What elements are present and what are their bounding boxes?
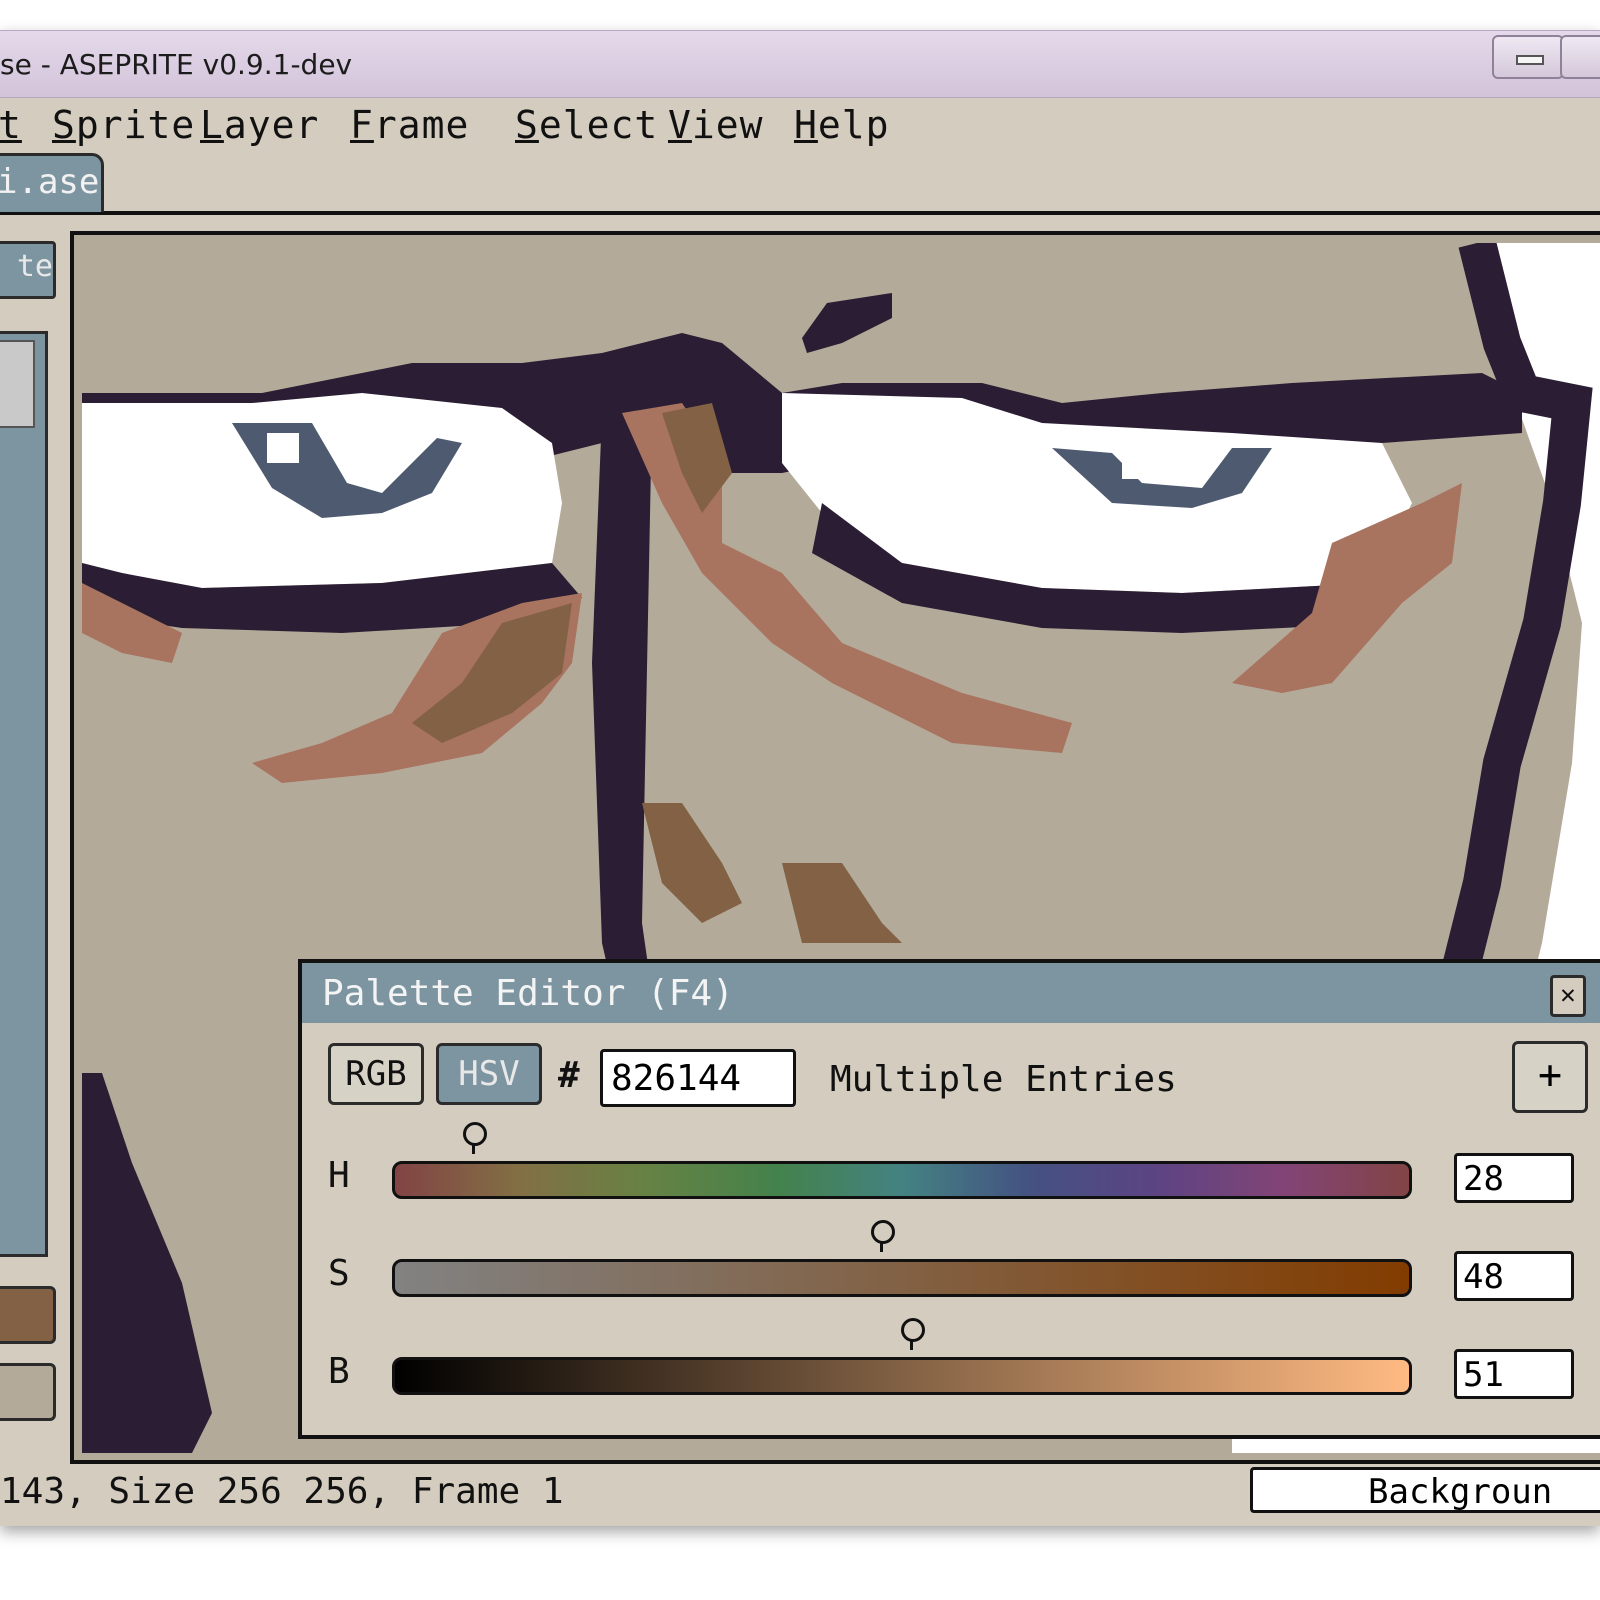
layer-selector[interactable]: Backgroun [1250, 1467, 1600, 1513]
palette-scrollbar[interactable] [0, 331, 48, 1257]
menu-view[interactable]: View [668, 103, 764, 147]
hsv-mode-button[interactable]: HSV [436, 1043, 542, 1105]
minimize-button[interactable] [1492, 35, 1564, 79]
saturation-label: S [328, 1253, 350, 1294]
menu-select[interactable]: Select [515, 103, 658, 147]
menu-layer[interactable]: Layer [200, 103, 319, 147]
palette-editor-title[interactable]: Palette Editor (F4) ✕ [302, 963, 1600, 1023]
status-bar: 143, Size 256 256, Frame 1 Backgroun [0, 1461, 1600, 1521]
hue-label: H [328, 1155, 350, 1196]
scrollbar-thumb[interactable] [0, 340, 35, 428]
menu-help[interactable]: Help [794, 103, 890, 147]
app-window: se - ASEPRITE v0.9.1-dev t Sprite Layer … [0, 30, 1600, 1526]
foreground-color-swatch[interactable] [0, 1286, 56, 1344]
left-eye-highlight [267, 433, 299, 463]
menu-edit[interactable]: t [0, 103, 22, 147]
saturation-slider[interactable] [392, 1220, 1412, 1297]
hex-color-input[interactable]: 826144 [600, 1049, 796, 1107]
entries-label: Multiple Entries [830, 1059, 1177, 1100]
rgb-mode-button[interactable]: RGB [328, 1043, 424, 1105]
palette-editor-title-text: Palette Editor (F4) [322, 973, 734, 1014]
menu-bar: t Sprite Layer Frame Select View Help [0, 97, 1600, 153]
brightness-label: B [328, 1351, 350, 1392]
status-text: 143, Size 256 256, Frame 1 [0, 1471, 564, 1512]
menu-sprite[interactable]: Sprite [52, 103, 195, 147]
menu-frame[interactable]: Frame [350, 103, 469, 147]
maximize-button[interactable] [1560, 35, 1600, 79]
tab-document[interactable]: i.ase [0, 153, 104, 212]
saturation-value-input[interactable]: 48 [1454, 1251, 1574, 1301]
hue-value-input[interactable]: 28 [1454, 1153, 1574, 1203]
palette-editor-dialog: Palette Editor (F4) ✕ RGB HSV # 826144 M… [298, 959, 1600, 1439]
background-color-swatch[interactable] [0, 1363, 56, 1421]
plus-icon: + [1537, 1052, 1563, 1098]
hex-hash-label: # [558, 1055, 580, 1096]
minimize-icon [1516, 55, 1544, 65]
window-title: se - ASEPRITE v0.9.1-dev [0, 48, 353, 81]
right-eye-highlight [1122, 453, 1148, 479]
close-icon: ✕ [1560, 980, 1576, 1010]
brightness-value-input[interactable]: 51 [1454, 1349, 1574, 1399]
add-entry-button[interactable]: + [1512, 1041, 1588, 1113]
document-tabs: i.ase [0, 153, 1600, 215]
color-bar: te [0, 231, 64, 1466]
brightness-slider[interactable] [392, 1318, 1412, 1395]
hue-slider[interactable] [392, 1122, 1412, 1199]
title-bar[interactable]: se - ASEPRITE v0.9.1-dev [0, 31, 1600, 98]
palette-button[interactable]: te [0, 241, 56, 299]
close-button[interactable]: ✕ [1550, 975, 1586, 1017]
